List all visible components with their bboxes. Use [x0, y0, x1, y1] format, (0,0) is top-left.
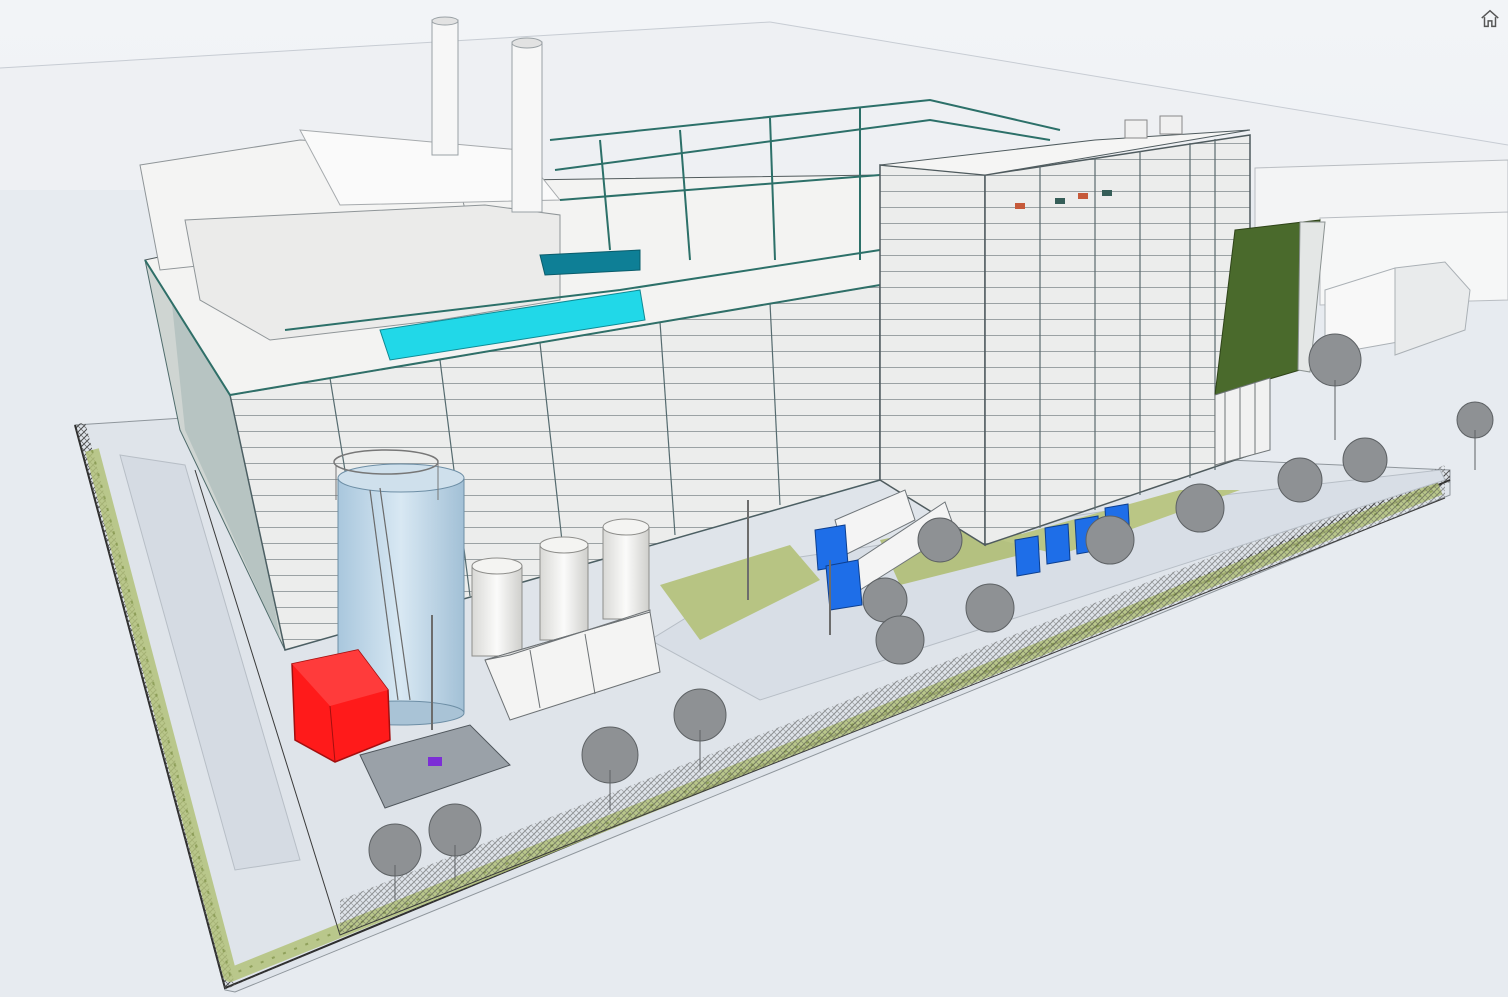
home-icon — [1481, 9, 1499, 28]
model-viewport[interactable] — [0, 0, 1508, 997]
home-view-button[interactable] — [1478, 8, 1502, 32]
site-model-scene[interactable] — [0, 0, 1508, 997]
